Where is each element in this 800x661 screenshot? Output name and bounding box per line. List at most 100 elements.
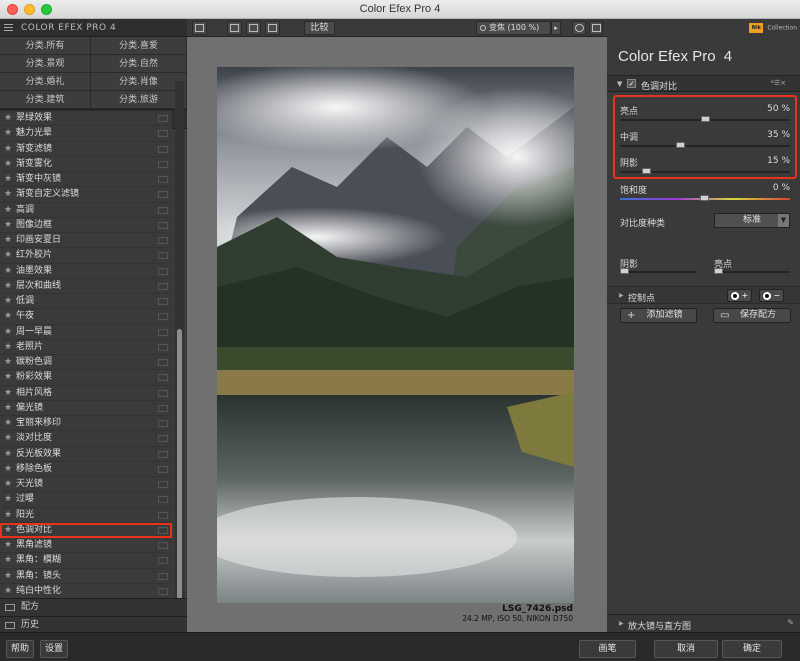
- favorite-star-icon[interactable]: ★: [4, 111, 12, 126]
- preview-thumbnail-icon[interactable]: [158, 130, 168, 138]
- preview-thumbnail-icon[interactable]: [158, 359, 168, 366]
- favorite-star-icon[interactable]: ★: [4, 309, 12, 324]
- preview-thumbnail-icon[interactable]: [158, 160, 168, 168]
- filter-list-item[interactable]: ★ 图像边框: [0, 218, 172, 233]
- filter-list-item[interactable]: ★ 黑角滤镜: [0, 538, 172, 554]
- filter-list-scroll-thumb[interactable]: [177, 329, 182, 611]
- photo-preview[interactable]: [217, 67, 574, 603]
- favorite-star-icon[interactable]: ★: [4, 584, 12, 599]
- filter-list-item[interactable]: ★ 碳粉色调: [0, 355, 172, 371]
- split-view-button[interactable]: [246, 21, 261, 35]
- preview-thumbnail-icon[interactable]: [158, 374, 168, 382]
- favorite-star-icon[interactable]: ★: [4, 233, 12, 248]
- slider-knob[interactable]: [675, 142, 685, 148]
- filter-list-item[interactable]: ★ 层次和曲线: [0, 279, 172, 294]
- preview-thumbnail-icon[interactable]: [158, 587, 168, 595]
- menu-icon[interactable]: [4, 24, 13, 31]
- preview-thumbnail-icon[interactable]: [158, 511, 168, 519]
- favorite-star-icon[interactable]: ★: [4, 294, 12, 309]
- favorite-star-icon[interactable]: ★: [4, 386, 12, 401]
- preview-thumbnail-icon[interactable]: [158, 404, 168, 412]
- zoom-dropdown[interactable]: 变焦 (100 %): [476, 21, 551, 35]
- category-landscape[interactable]: 分类.景观: [0, 55, 91, 73]
- preview-thumbnail-icon[interactable]: [158, 435, 168, 443]
- favorite-star-icon[interactable]: ★: [4, 325, 12, 340]
- expand-triangle-icon[interactable]: ▶: [619, 292, 624, 299]
- favorite-star-icon[interactable]: ★: [4, 401, 12, 416]
- favorite-star-icon[interactable]: ★: [4, 492, 12, 507]
- settings-button[interactable]: 设置: [40, 640, 68, 658]
- shadow-protect-knob[interactable]: [620, 268, 629, 274]
- preview-thumbnail-icon[interactable]: [158, 176, 168, 183]
- loupe-histogram-row[interactable]: ▶ 放大镜与直方图 ✎: [607, 614, 800, 632]
- favorite-star-icon[interactable]: ★: [4, 355, 12, 370]
- filter-list-item[interactable]: ★ 偏光镜: [0, 401, 172, 416]
- single-view-button[interactable]: [227, 21, 242, 35]
- side-by-side-button[interactable]: [265, 21, 280, 35]
- slider-track[interactable]: [620, 145, 790, 147]
- favorite-star-icon[interactable]: ★: [4, 538, 12, 553]
- favorite-star-icon[interactable]: ★: [4, 370, 12, 385]
- filter-list-item[interactable]: ★ 淡对比度: [0, 431, 172, 447]
- filter-list-item[interactable]: ★ 魅力光晕: [0, 126, 172, 142]
- filter-list-item[interactable]: ★ 天光镜: [0, 477, 172, 493]
- category-favorites[interactable]: 分类.喜爱: [91, 37, 187, 55]
- category-wedding[interactable]: 分类.婚礼: [0, 73, 91, 91]
- collapse-triangle-icon[interactable]: ▼: [617, 80, 622, 88]
- filter-list-item[interactable]: ★ 反光板效果: [0, 447, 172, 462]
- preview-thumbnail-icon[interactable]: [158, 465, 168, 473]
- preview-thumbnail-icon[interactable]: [158, 282, 168, 290]
- favorite-star-icon[interactable]: ★: [4, 508, 12, 523]
- preview-thumbnail-icon[interactable]: [158, 557, 168, 565]
- favorite-star-icon[interactable]: ★: [4, 187, 12, 202]
- preview-thumbnail-icon[interactable]: [158, 313, 168, 321]
- filter-options-icon[interactable]: *☰×: [770, 79, 786, 87]
- preview-thumbnail-icon[interactable]: [158, 389, 168, 397]
- filter-list-item[interactable]: ★ 色调对比: [0, 522, 172, 538]
- filter-list-item[interactable]: ★ 纯白中性化: [0, 584, 172, 599]
- filter-list-item[interactable]: ★ 红外胶片: [0, 248, 172, 264]
- contrast-type-select[interactable]: 标准 ▼: [714, 213, 790, 228]
- filter-list-item[interactable]: ★ 移除色板: [0, 462, 172, 477]
- shadows-slider[interactable]: 阴影 15 %: [620, 156, 790, 182]
- filter-list-item[interactable]: ★ 黑角：模糊: [0, 553, 172, 569]
- recipes-section[interactable]: 配方: [0, 598, 187, 616]
- slider-knob[interactable]: [700, 195, 709, 201]
- save-recipe-button[interactable]: ▭ 保存配方: [713, 308, 791, 323]
- filter-list-item[interactable]: ★ 渐变中灰镜: [0, 172, 172, 188]
- favorite-star-icon[interactable]: ★: [4, 416, 12, 431]
- compare-button[interactable]: 比较: [304, 21, 335, 35]
- favorite-star-icon[interactable]: ★: [4, 126, 12, 141]
- expand-triangle-icon[interactable]: ▶: [619, 620, 624, 627]
- favorite-star-icon[interactable]: ★: [4, 462, 12, 477]
- filter-list-item[interactable]: ★ 渐变滤镜: [0, 142, 172, 157]
- preview-thumbnail-icon[interactable]: [158, 115, 168, 122]
- category-portrait[interactable]: 分类.肖像: [91, 73, 187, 91]
- preview-thumbnail-icon[interactable]: [158, 572, 168, 580]
- filter-list-item[interactable]: ★ 油墨效果: [0, 264, 172, 279]
- preview-thumbnail-icon[interactable]: [158, 450, 168, 458]
- toggle-browser-button[interactable]: [192, 21, 207, 35]
- remove-control-point-button[interactable]: −: [759, 289, 785, 302]
- favorite-star-icon[interactable]: ★: [4, 431, 12, 446]
- zoom-arrow-icon[interactable]: ▸: [551, 21, 561, 35]
- favorite-star-icon[interactable]: ★: [4, 248, 12, 263]
- toggle-controls-button[interactable]: [589, 21, 603, 35]
- preview-thumbnail-icon[interactable]: [158, 481, 168, 488]
- favorite-star-icon[interactable]: ★: [4, 157, 12, 172]
- add-filter-button[interactable]: + 添加滤镜: [620, 308, 697, 323]
- preview-thumbnail-icon[interactable]: [158, 298, 168, 305]
- highlight-protect-knob[interactable]: [714, 268, 723, 274]
- preview-thumbnail-icon[interactable]: [158, 252, 168, 260]
- preview-thumbnail-icon[interactable]: [158, 237, 168, 244]
- favorite-star-icon[interactable]: ★: [4, 279, 12, 294]
- favorite-star-icon[interactable]: ★: [4, 203, 12, 218]
- preview-thumbnail-icon[interactable]: [158, 496, 168, 504]
- control-points-row[interactable]: ▶ 控制点 + −: [607, 286, 800, 304]
- category-nature[interactable]: 分类.自然: [91, 55, 187, 73]
- filter-list-item[interactable]: ★ 宝丽来移印: [0, 416, 172, 432]
- active-filter-header[interactable]: ▼ ✓ 色调对比 *☰×: [607, 75, 800, 92]
- favorite-star-icon[interactable]: ★: [4, 553, 12, 568]
- filter-list-item[interactable]: ★ 翠绿效果: [0, 111, 172, 127]
- saturation-slider[interactable]: 饱和度 0 %: [620, 183, 790, 209]
